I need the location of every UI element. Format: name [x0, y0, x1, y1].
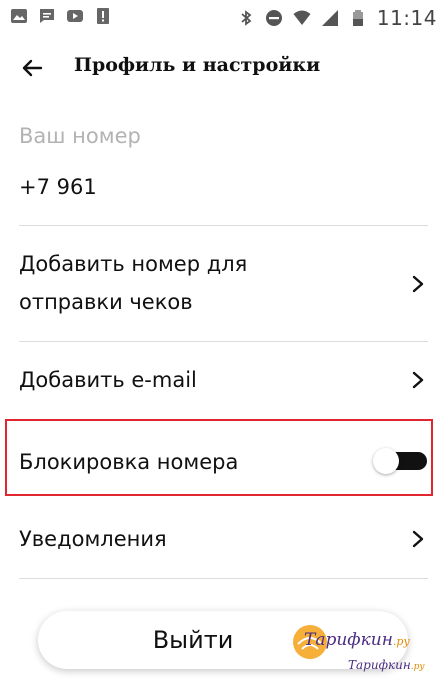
watermark-sub-name: Тарифкин: [348, 658, 411, 672]
notifications-row[interactable]: Уведомления: [0, 500, 447, 578]
status-time: 11:14: [376, 6, 437, 30]
add-receipt-number-row[interactable]: Добавить номер для отправки чеков: [0, 226, 447, 341]
add-receipt-number-label-line1: Добавить номер для: [19, 252, 248, 276]
watermark-main-suffix: .ру: [392, 635, 410, 648]
back-button[interactable]: [16, 52, 48, 84]
notifications-label: Уведомления: [19, 527, 167, 551]
divider: [19, 578, 428, 579]
highlight-frame: [5, 419, 433, 496]
chevron-right-icon: [412, 275, 424, 293]
watermark-sub-suffix: .ру: [410, 662, 425, 672]
add-email-row[interactable]: Добавить e-mail: [0, 342, 447, 418]
watermark: Тарифкин.ру Тарифкин.ру: [290, 622, 440, 692]
signal-icon: [321, 10, 338, 26]
status-right-icons: 11:14: [237, 6, 437, 30]
watermark-main-name: Тарифкин: [304, 630, 393, 650]
chevron-right-icon: [412, 371, 424, 389]
page-title: Профиль и настройки: [74, 54, 321, 76]
watermark-sub-text: Тарифкин.ру: [348, 658, 425, 672]
add-receipt-number-label-line2: отправки чеков: [19, 290, 193, 314]
add-email-label: Добавить e-mail: [19, 368, 197, 392]
arrow-left-icon: [22, 59, 43, 77]
alert-icon: [97, 8, 109, 24]
watermark-main-text: Тарифкин.ру: [304, 630, 410, 650]
phone-number-value: +7 961: [19, 175, 97, 199]
screen: 11:14 Профиль и настройки Ваш номер +7 9…: [0, 0, 447, 700]
chevron-right-icon: [412, 530, 424, 548]
logout-label: Выйти: [152, 626, 234, 654]
status-left-icons: [10, 7, 112, 25]
youtube-icon: [67, 10, 83, 22]
status-bar: 11:14: [0, 0, 447, 34]
bluetooth-icon: [241, 10, 252, 26]
do-not-disturb-icon: [265, 10, 282, 26]
message-icon: [40, 9, 54, 23]
app-bar: Профиль и настройки: [0, 34, 447, 100]
wifi-icon: [293, 10, 311, 25]
battery-icon: [352, 10, 363, 26]
image-icon: [11, 9, 27, 23]
phone-number-label: Ваш номер: [19, 124, 141, 148]
